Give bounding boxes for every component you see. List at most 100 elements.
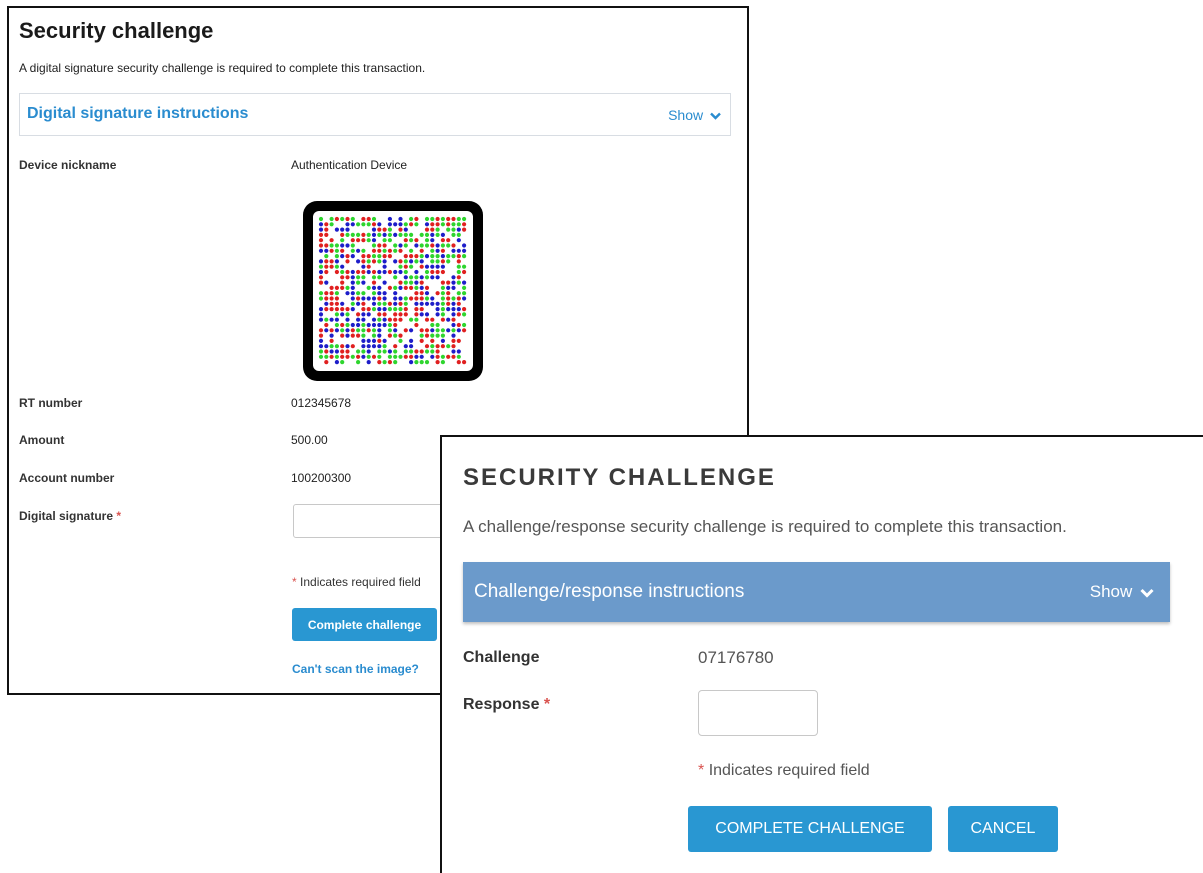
color-dot bbox=[324, 354, 329, 359]
color-dot bbox=[366, 338, 371, 343]
color-dot bbox=[371, 259, 377, 264]
color-dot bbox=[456, 349, 461, 354]
color-dot bbox=[403, 269, 408, 275]
color-dot bbox=[366, 296, 371, 301]
color-dot bbox=[329, 222, 334, 227]
color-dot bbox=[340, 280, 345, 285]
color-dot bbox=[440, 280, 445, 285]
color-dot bbox=[393, 285, 398, 290]
color-dot bbox=[435, 322, 440, 328]
challenge-response-instructions-accordion[interactable]: Challenge/response instructions Show bbox=[463, 562, 1170, 622]
color-dot bbox=[435, 227, 440, 232]
color-dot bbox=[409, 360, 414, 365]
color-dot bbox=[398, 338, 403, 343]
color-dot bbox=[350, 222, 355, 227]
color-dot bbox=[324, 307, 329, 312]
color-dot bbox=[318, 243, 324, 248]
show-instructions-toggle[interactable]: Show bbox=[1090, 582, 1154, 602]
color-dot bbox=[398, 354, 403, 359]
color-dot bbox=[350, 333, 355, 338]
color-dot bbox=[393, 296, 398, 301]
color-dot bbox=[446, 238, 451, 243]
color-dot bbox=[366, 344, 371, 349]
color-dot bbox=[329, 248, 334, 253]
color-dot bbox=[393, 243, 398, 248]
color-dot bbox=[340, 344, 345, 349]
color-dot bbox=[318, 333, 324, 338]
color-dot bbox=[451, 243, 456, 248]
color-dot bbox=[356, 280, 361, 285]
color-dot bbox=[462, 285, 467, 290]
color-dot bbox=[350, 254, 355, 259]
color-dot bbox=[345, 307, 350, 312]
show-label: Show bbox=[1089, 582, 1133, 601]
color-dot bbox=[334, 259, 339, 264]
color-dot bbox=[371, 354, 377, 359]
cant-scan-image-link[interactable]: Can't scan the image? bbox=[292, 662, 419, 676]
color-dot bbox=[318, 291, 324, 296]
color-dot bbox=[340, 322, 345, 328]
response-input[interactable] bbox=[698, 690, 818, 736]
color-dot bbox=[414, 360, 419, 365]
color-dot bbox=[340, 349, 345, 354]
color-dot bbox=[371, 285, 377, 290]
color-dot bbox=[371, 222, 377, 227]
color-dot bbox=[403, 243, 408, 248]
digital-signature-instructions-accordion[interactable]: Digital signature instructions Show bbox=[19, 93, 731, 136]
show-instructions-toggle[interactable]: Show bbox=[668, 107, 721, 123]
color-dot bbox=[414, 216, 419, 222]
color-dot bbox=[361, 291, 366, 296]
color-dot bbox=[424, 269, 430, 275]
color-dot bbox=[366, 322, 371, 328]
color-dot bbox=[430, 349, 435, 354]
color-dot bbox=[356, 301, 361, 306]
color-dot bbox=[329, 344, 334, 349]
color-dot bbox=[329, 243, 334, 248]
color-dot bbox=[361, 328, 366, 333]
color-dot bbox=[409, 344, 414, 349]
color-dot bbox=[393, 269, 398, 275]
color-dot bbox=[456, 264, 461, 269]
color-dot bbox=[361, 344, 366, 349]
color-dot bbox=[366, 285, 371, 290]
color-dot bbox=[435, 248, 440, 253]
color-dot bbox=[440, 354, 445, 359]
color-dot bbox=[409, 222, 414, 227]
color-dot bbox=[403, 275, 408, 280]
color-dot bbox=[377, 307, 382, 312]
digital-signature-input[interactable] bbox=[293, 504, 463, 538]
color-dot bbox=[318, 264, 324, 269]
color-dot bbox=[414, 301, 419, 306]
color-dot bbox=[356, 269, 361, 275]
color-dot bbox=[398, 285, 403, 290]
color-dot bbox=[462, 254, 467, 259]
color-dot bbox=[456, 301, 461, 306]
color-dot bbox=[409, 275, 414, 280]
color-dot bbox=[324, 322, 329, 328]
color-dot bbox=[371, 227, 377, 232]
color-dot bbox=[462, 264, 467, 269]
color-dot bbox=[456, 312, 461, 317]
color-dot bbox=[387, 222, 392, 227]
color-dot bbox=[424, 275, 430, 280]
color-dot bbox=[350, 354, 355, 359]
color-dot bbox=[340, 354, 345, 359]
color-dot bbox=[446, 307, 451, 312]
complete-challenge-button[interactable]: Complete challenge bbox=[292, 608, 437, 641]
color-dot bbox=[350, 322, 355, 328]
color-dot bbox=[371, 243, 377, 248]
color-dot bbox=[440, 338, 445, 343]
color-dot bbox=[361, 338, 366, 343]
required-field-note: * Indicates required field bbox=[698, 762, 870, 780]
color-dot bbox=[329, 354, 334, 359]
color-dot bbox=[334, 307, 339, 312]
color-dot bbox=[366, 264, 371, 269]
cancel-button[interactable]: CANCEL bbox=[948, 806, 1058, 852]
color-dot bbox=[329, 349, 334, 354]
required-field-note: * Indicates required field bbox=[292, 575, 421, 589]
color-dot bbox=[334, 243, 339, 248]
chevron-down-icon bbox=[710, 112, 721, 120]
complete-challenge-button[interactable]: COMPLETE CHALLENGE bbox=[688, 806, 932, 852]
color-dot bbox=[371, 280, 377, 285]
color-dot bbox=[424, 349, 430, 354]
